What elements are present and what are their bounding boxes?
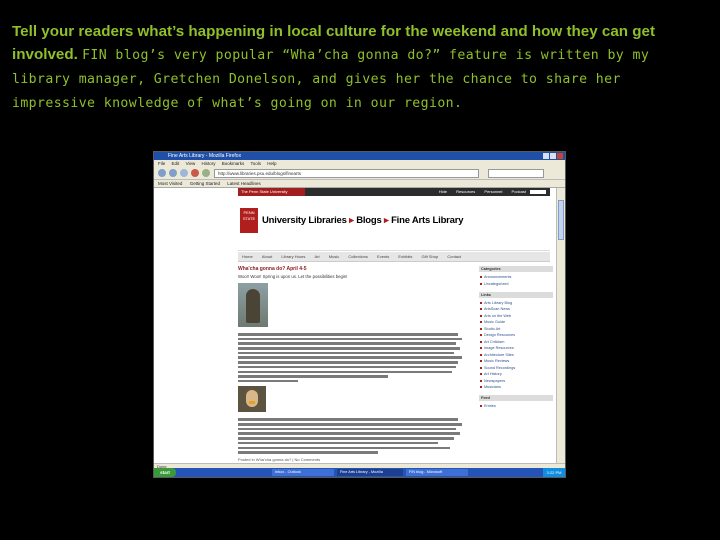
vertical-scrollbar[interactable] xyxy=(556,188,565,464)
psu-top-strip: The Penn State University Hide Resources… xyxy=(238,188,550,196)
post-body-text-2 xyxy=(238,418,470,454)
sidebar-link[interactable]: Music Guide xyxy=(480,320,553,324)
menu-edit[interactable]: Edit xyxy=(172,161,180,166)
psu-label[interactable]: The Penn State University xyxy=(238,188,305,196)
nav-tab[interactable]: Art xyxy=(315,254,320,259)
slide-caption: Tell your readers what’s happening in lo… xyxy=(12,20,712,115)
top-links: Hide Resources Personnel Podcast xyxy=(431,188,526,196)
sidebar-link[interactable]: Music Reviews xyxy=(480,359,553,363)
post-body-text xyxy=(238,333,470,383)
sidebar-link[interactable]: Sound Recordings xyxy=(480,366,553,370)
top-link[interactable]: Resources xyxy=(456,189,475,194)
bookmark-item[interactable]: Getting Started xyxy=(190,181,220,186)
nav-tab[interactable]: Events xyxy=(377,254,389,259)
browser-screenshot: Fine Arts Library - Mozilla Firefox File… xyxy=(153,151,566,478)
nav-tab[interactable]: Exhibits xyxy=(398,254,412,259)
window-titlebar: Fine Arts Library - Mozilla Firefox xyxy=(154,152,565,160)
site-title-main: University Libraries xyxy=(262,215,347,226)
navigation-toolbar: http://www.libraries.psu.edu/blogs/finea… xyxy=(154,167,565,180)
nav-tab[interactable]: Contact xyxy=(447,254,461,259)
site-title-sep: Blogs xyxy=(356,215,382,226)
start-button[interactable]: start xyxy=(154,468,176,477)
search-input[interactable] xyxy=(488,169,544,178)
taskbar-item[interactable]: FIN blog - Microsoft xyxy=(406,469,468,476)
post-byline[interactable]: Posted in Wha'cha gonna do? | No Comment… xyxy=(238,457,470,462)
blog-sidebar: Categories Announcements Uncategorized L… xyxy=(479,266,553,411)
window-title: Fine Arts Library - Mozilla Firefox xyxy=(168,153,242,159)
sidebar-link[interactable]: Art History xyxy=(480,372,553,376)
site-title[interactable]: University Libraries ▸ Blogs ▸ Fine Arts… xyxy=(262,215,464,226)
nav-tab[interactable]: Collections xyxy=(348,254,368,259)
minimize-icon[interactable] xyxy=(543,153,549,159)
sidebar-link[interactable]: Architecture Sites xyxy=(480,353,553,357)
site-nav-tabs: Home About Library Hours Art Music Colle… xyxy=(238,252,550,262)
system-clock: 3:22 PM xyxy=(543,468,565,477)
links-heading: Links xyxy=(479,291,553,298)
sidebar-link[interactable]: Art Criticism xyxy=(480,340,553,344)
menu-bookmarks[interactable]: Bookmarks xyxy=(222,161,245,166)
scrollbar-thumb[interactable] xyxy=(558,200,564,240)
nav-tab[interactable]: About xyxy=(262,254,272,259)
stop-icon[interactable] xyxy=(191,169,199,177)
nav-tab[interactable]: Home xyxy=(242,254,253,259)
blog-post: Wha'cha gonna do? April 4-5 Woo!! Woo!! … xyxy=(238,266,470,462)
categories-heading: Categories xyxy=(479,266,553,272)
site-header: PENN STATE University Libraries ▸ Blogs … xyxy=(238,198,550,251)
sidebar-link[interactable]: Studio Art xyxy=(480,327,553,331)
menu-tools[interactable]: Tools xyxy=(250,161,261,166)
category-link[interactable]: Uncategorized xyxy=(480,282,553,286)
bookmarks-toolbar: Most Visited Getting Started Latest Head… xyxy=(154,180,565,188)
sidebar-link[interactable]: Arts Library Blog xyxy=(480,301,553,305)
menu-help[interactable]: Help xyxy=(267,161,276,166)
menu-history[interactable]: History xyxy=(202,161,216,166)
menu-bar: File Edit View History Bookmarks Tools H… xyxy=(154,160,565,167)
back-icon[interactable] xyxy=(158,169,166,177)
taskbar-item-active[interactable]: Fine Arts Library - Mozilla xyxy=(337,469,403,476)
nav-tab[interactable]: Gift Shop xyxy=(422,254,439,259)
caption-body: FIN blog’s very popular “Wha’cha gonna d… xyxy=(12,48,650,111)
reload-icon[interactable] xyxy=(180,169,188,177)
top-link[interactable]: Personnel xyxy=(484,189,502,194)
close-icon[interactable] xyxy=(557,153,563,159)
top-link[interactable]: Podcast xyxy=(512,189,526,194)
post-photo xyxy=(238,283,268,327)
menu-view[interactable]: View xyxy=(186,161,196,166)
maximize-icon[interactable] xyxy=(550,153,556,159)
portrait-photo xyxy=(238,386,266,413)
sidebar-link[interactable]: Arts on the Web xyxy=(480,314,553,318)
web-page: The Penn State University Hide Resources… xyxy=(154,188,557,464)
sidebar-link[interactable]: Newspapers xyxy=(480,379,553,383)
feed-link[interactable]: Entries xyxy=(480,404,553,408)
nav-tab[interactable]: Music xyxy=(329,254,339,259)
menu-file[interactable]: File xyxy=(158,161,165,166)
bookmark-item[interactable]: Latest Headlines xyxy=(227,181,261,186)
category-link[interactable]: Announcements xyxy=(480,275,553,279)
psu-seal-logo: PENN STATE xyxy=(240,208,258,233)
nav-tab[interactable]: Library Hours xyxy=(281,254,305,259)
post-title[interactable]: Wha'cha gonna do? April 4-5 xyxy=(238,266,470,272)
sidebar-link[interactable]: Image Resources xyxy=(480,346,553,350)
site-title-accent: Fine Arts Library xyxy=(391,215,464,226)
window-controls xyxy=(542,153,563,162)
sidebar-link[interactable]: Musicians xyxy=(480,385,553,389)
bookmark-item[interactable]: Most Visited xyxy=(158,181,182,186)
address-bar[interactable]: http://www.libraries.psu.edu/blogs/finea… xyxy=(214,169,479,178)
feed-heading: Feed xyxy=(479,395,553,401)
sidebar-link[interactable]: Design Resources xyxy=(480,333,553,337)
forward-icon[interactable] xyxy=(169,169,177,177)
site-search-input[interactable] xyxy=(530,190,546,194)
post-intro: Woo!! Woo!! Spring is upon us. Let the p… xyxy=(238,274,348,279)
sidebar-link[interactable]: ArtsScan News xyxy=(480,307,553,311)
windows-taskbar: start Inbox - Outlook Fine Arts Library … xyxy=(154,468,565,477)
top-link[interactable]: Hide xyxy=(439,189,447,194)
taskbar-item[interactable]: Inbox - Outlook xyxy=(272,469,334,476)
home-icon[interactable] xyxy=(202,169,210,177)
